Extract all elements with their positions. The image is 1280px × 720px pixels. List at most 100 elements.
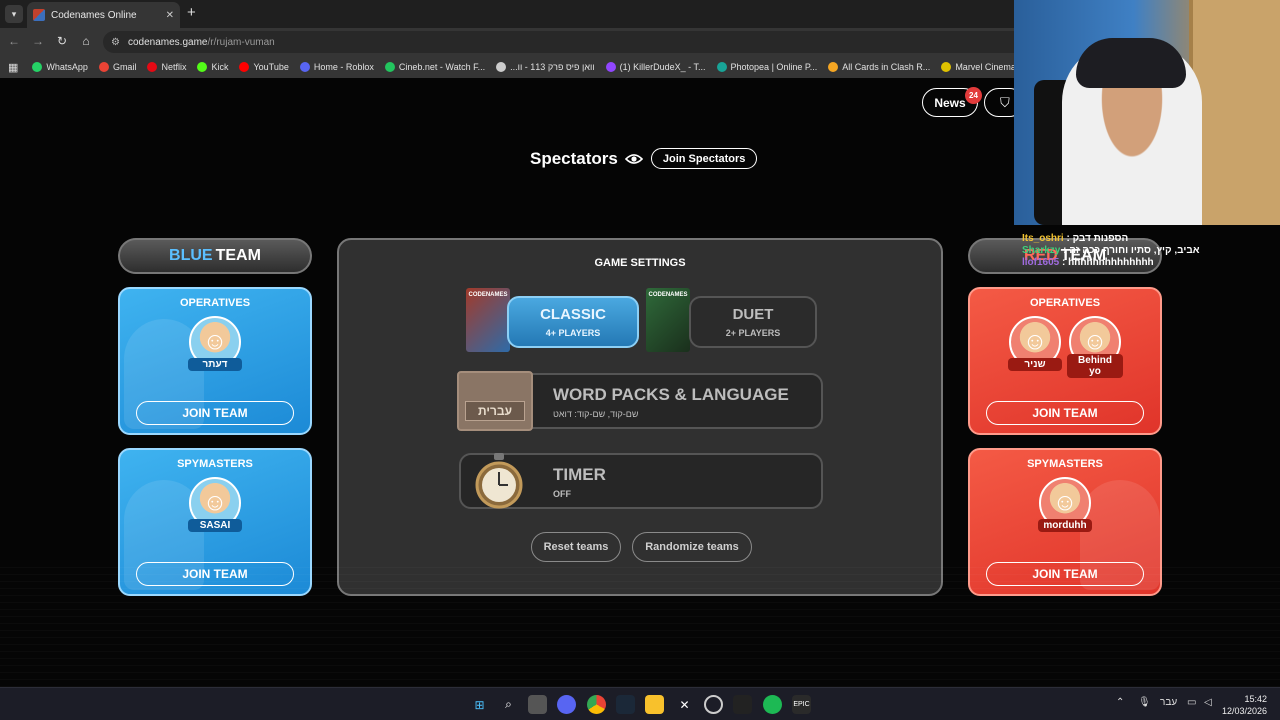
bookmark-item[interactable]: Netflix xyxy=(147,62,186,72)
tray-overflow-icon[interactable]: ⌃ xyxy=(1116,697,1124,708)
bookmark-favicon-icon xyxy=(98,62,109,72)
chat-message: Sharkzy : אביב, קיץ, סתיו וחורף ככה זה xyxy=(1022,245,1200,256)
volume-icon[interactable]: ◁ xyxy=(1204,697,1212,708)
language-label: עברית xyxy=(464,401,525,421)
reset-teams-button[interactable]: Reset teams xyxy=(531,532,621,562)
webcam-hair xyxy=(1076,38,1186,88)
timer-button[interactable]: TIMER OFF xyxy=(459,453,823,509)
bookmark-item[interactable]: All Cards in Clash R... xyxy=(828,62,930,72)
news-count-badge: 24 xyxy=(965,87,982,104)
forward-icon[interactable]: → xyxy=(30,34,46,48)
chat-message: Its_oshri : הספנות דבק xyxy=(1022,233,1129,244)
bookmark-label: Cineb.net - Watch F... xyxy=(398,62,486,72)
blue-operatives-card: OPERATIVES ☺ דעתר JOIN TEAM xyxy=(118,287,312,435)
bookmark-label: Gmail xyxy=(112,62,137,72)
capcut-icon[interactable]: ✕ xyxy=(675,695,694,714)
url-path: /r/rujam-vuman xyxy=(207,36,275,48)
obs-icon[interactable] xyxy=(704,695,723,714)
webcam-background-door xyxy=(1189,0,1280,225)
search-icon[interactable]: ⌕ xyxy=(499,695,518,714)
word-packs-subtitle: שם-קוד, שם-קוד: דואט xyxy=(553,409,639,419)
bookmark-favicon-icon xyxy=(239,62,250,72)
join-spectators-button[interactable]: Join Spectators xyxy=(650,148,758,169)
clock-date: 12/03/2026 xyxy=(1222,706,1268,716)
codenames-favicon xyxy=(33,9,45,21)
bookmark-item[interactable]: Cineb.net - Watch F... xyxy=(384,62,486,72)
bookmark-icon: ⛉ xyxy=(1000,94,1010,110)
duet-players: 2+ PLAYERS xyxy=(725,328,781,338)
red-spymasters-join-button[interactable]: JOIN TEAM xyxy=(986,562,1144,586)
game-settings-title: GAME SETTINGS xyxy=(594,257,686,269)
blue-spymaster-player: ☺ SASAI xyxy=(187,477,243,547)
blue-team-color-word: BLUE xyxy=(169,247,213,264)
bookmark-item[interactable]: Kick xyxy=(197,62,228,72)
classic-box-image: CODENAMES xyxy=(466,288,510,352)
bookmark-item[interactable]: Home - Roblox xyxy=(299,62,374,72)
game-settings-panel: GAME SETTINGS CODENAMES CLASSIC 4+ PLAYE… xyxy=(337,238,943,596)
site-info-icon[interactable]: ⚙ xyxy=(111,37,120,48)
bookmark-label: Photopea | Online P... xyxy=(730,62,818,72)
file-explorer-icon[interactable] xyxy=(645,695,664,714)
bookmark-item[interactable]: YouTube xyxy=(239,62,289,72)
clock-time: 15:42 xyxy=(1244,694,1268,704)
red-operatives-join-button[interactable]: JOIN TEAM xyxy=(986,401,1144,425)
duet-name: DUET xyxy=(732,306,774,323)
windows-taskbar: ⊞ ⌕ ✕ EPIC ⌃ 🎙 עבר ▭ ◁ 15:42 12/03/2026 xyxy=(0,687,1280,720)
player-name: Behind yo xyxy=(1067,354,1123,378)
red-operative-player: ☺ Behind yo xyxy=(1067,316,1123,393)
bookmark-favicon-icon xyxy=(941,62,952,72)
start-icon[interactable]: ⊞ xyxy=(470,695,489,714)
classic-mode-button[interactable]: CLASSIC 4+ PLAYERS xyxy=(507,296,639,348)
close-tab-icon[interactable]: ✕ xyxy=(166,10,174,21)
bookmark-favicon-icon xyxy=(32,62,43,72)
bookmark-favicon-icon xyxy=(828,62,839,72)
blue-team-header: BLUE TEAM xyxy=(118,238,312,274)
news-label: News xyxy=(934,95,966,110)
reload-icon[interactable]: ↻ xyxy=(54,34,70,48)
bookmark-favicon-icon xyxy=(197,62,208,72)
blue-spymasters-join-button[interactable]: JOIN TEAM xyxy=(136,562,294,586)
bookmark-item[interactable]: (1) KillerDudeX_ - T... xyxy=(605,62,706,72)
eye-icon xyxy=(624,153,643,164)
duet-box-image: CODENAMES xyxy=(646,288,690,352)
blue-spymasters-title: SPYMASTERS xyxy=(177,458,253,470)
back-icon[interactable]: ← xyxy=(6,34,22,48)
chat-message: llof1605 : hhhhhhhhhhhhhh xyxy=(1022,257,1154,268)
tab-search-button[interactable]: ▾ xyxy=(5,5,23,23)
steam-icon[interactable] xyxy=(616,695,635,714)
discord-icon[interactable] xyxy=(557,695,576,714)
player-name: morduhh xyxy=(1038,519,1092,532)
red-operative-player: ☺ שניר xyxy=(1007,316,1063,386)
epic-games-icon[interactable]: EPIC xyxy=(792,695,811,714)
randomize-teams-button[interactable]: Randomize teams xyxy=(632,532,752,562)
red-spymasters-title: SPYMASTERS xyxy=(1027,458,1103,470)
bookmark-item[interactable]: Gmail xyxy=(98,62,137,72)
classic-name: CLASSIC xyxy=(540,306,606,323)
microphone-icon[interactable]: 🎙 xyxy=(1138,697,1151,708)
spotify-icon[interactable] xyxy=(763,695,782,714)
language-indicator[interactable]: עבר xyxy=(1160,697,1177,708)
word-packs-button[interactable]: עברית WORD PACKS & LANGUAGE שם-קוד, שם-ק… xyxy=(457,371,823,431)
url-host: codenames.game xyxy=(127,36,208,48)
stopwatch-icon xyxy=(475,453,523,509)
chrome-icon[interactable] xyxy=(587,695,606,714)
blue-operatives-join-button[interactable]: JOIN TEAM xyxy=(136,401,294,425)
network-icon[interactable]: ▭ xyxy=(1187,697,1196,708)
bookmark-label: WhatsApp xyxy=(46,62,88,72)
app-icon[interactable] xyxy=(733,695,752,714)
new-tab-button[interactable]: + xyxy=(187,5,196,21)
task-view-icon[interactable] xyxy=(528,695,547,714)
bookmark-favicon-icon xyxy=(299,62,310,72)
bookmark-item[interactable]: WhatsApp xyxy=(32,62,88,72)
duet-mode-button[interactable]: DUET 2+ PLAYERS xyxy=(689,296,817,348)
system-clock[interactable]: 15:42 12/03/2026 xyxy=(1222,693,1267,717)
bookmark-item[interactable]: ...וואן פיס פרק 113 - וו xyxy=(496,62,595,72)
tab-codenames[interactable]: Codenames Online ✕ xyxy=(27,2,180,28)
apps-grid-icon[interactable]: ▦ xyxy=(8,61,18,74)
red-spymasters-card: SPYMASTERS ☺ morduhh JOIN TEAM xyxy=(968,448,1162,596)
timer-title: TIMER xyxy=(553,465,606,484)
player-name: שניר xyxy=(1008,358,1062,371)
home-icon[interactable]: ⌂ xyxy=(78,34,94,48)
bookmark-item[interactable]: Photopea | Online P... xyxy=(716,62,818,72)
webcam-overlay xyxy=(1014,0,1280,225)
